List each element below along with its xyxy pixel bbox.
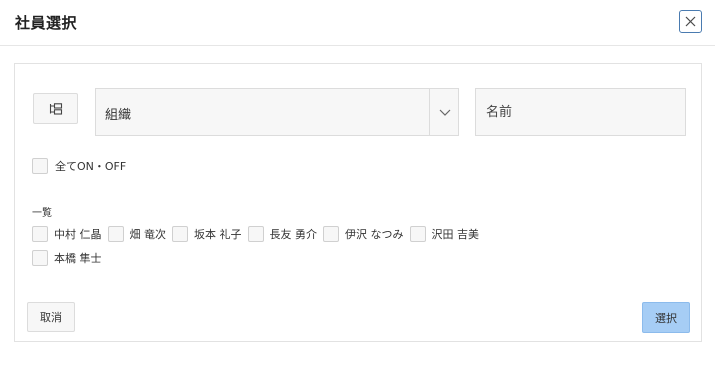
employee-item[interactable]: 坂本 礼子 [172,226,242,242]
employee-checkbox[interactable] [32,226,48,242]
employee-name: 畑 竜次 [129,228,167,241]
employee-item[interactable]: 沢田 吉美 [409,226,480,242]
close-button[interactable] [679,10,702,33]
employee-item[interactable]: 中村 仁晶 [32,226,102,242]
employee-select-dialog: 社員選択 組織 全てON・OFF 一 [0,0,715,371]
selection-panel: 組織 全てON・OFF 一覧 中村 仁晶 畑 竜次 [14,63,702,342]
select-divider [429,89,430,135]
toggle-all-checkbox-row[interactable]: 全てON・OFF [32,158,126,174]
employee-name: 伊沢 なつみ [345,228,404,241]
select-button[interactable]: 選択 [642,302,690,333]
employee-name: 長友 勇介 [269,228,318,241]
name-search-input[interactable] [475,88,686,136]
employee-name: 坂本 礼子 [194,228,242,241]
dialog-header: 社員選択 [0,0,715,46]
employee-list: 中村 仁晶 畑 竜次 坂本 礼子 長友 勇介 伊沢 なつみ 沢田 吉美 本橋 隼… [32,225,532,273]
employee-name: 本橋 隼士 [54,252,102,265]
organization-select[interactable]: 組織 [95,88,459,136]
toggle-all-label: 全てON・OFF [55,160,127,173]
employee-item[interactable]: 伊沢 なつみ [323,226,404,242]
cancel-button[interactable]: 取消 [27,302,75,332]
employee-item[interactable]: 本橋 隼士 [32,250,102,266]
employee-checkbox[interactable] [107,226,124,242]
employee-name: 中村 仁晶 [54,228,102,241]
employee-checkbox[interactable] [409,226,426,242]
close-icon [685,16,696,27]
employee-list-row: 本橋 隼士 [32,249,532,267]
organization-select-value: 組織 [105,108,132,123]
org-tree-button[interactable] [33,93,78,124]
dialog-title: 社員選択 [15,14,78,32]
chevron-down-icon [439,109,451,116]
org-chart-icon [49,102,62,115]
employee-checkbox[interactable] [323,226,339,242]
employee-checkbox[interactable] [32,250,48,266]
employee-item[interactable]: 長友 勇介 [247,226,318,242]
toggle-all-checkbox[interactable] [32,158,48,174]
employee-list-row: 中村 仁晶 畑 竜次 坂本 礼子 長友 勇介 伊沢 なつみ 沢田 吉美 [32,225,532,243]
employee-checkbox[interactable] [172,226,188,242]
employee-checkbox[interactable] [247,226,264,242]
employee-list-label: 一覧 [32,208,52,219]
employee-name: 沢田 吉美 [431,228,480,241]
employee-item[interactable]: 畑 竜次 [107,226,167,242]
